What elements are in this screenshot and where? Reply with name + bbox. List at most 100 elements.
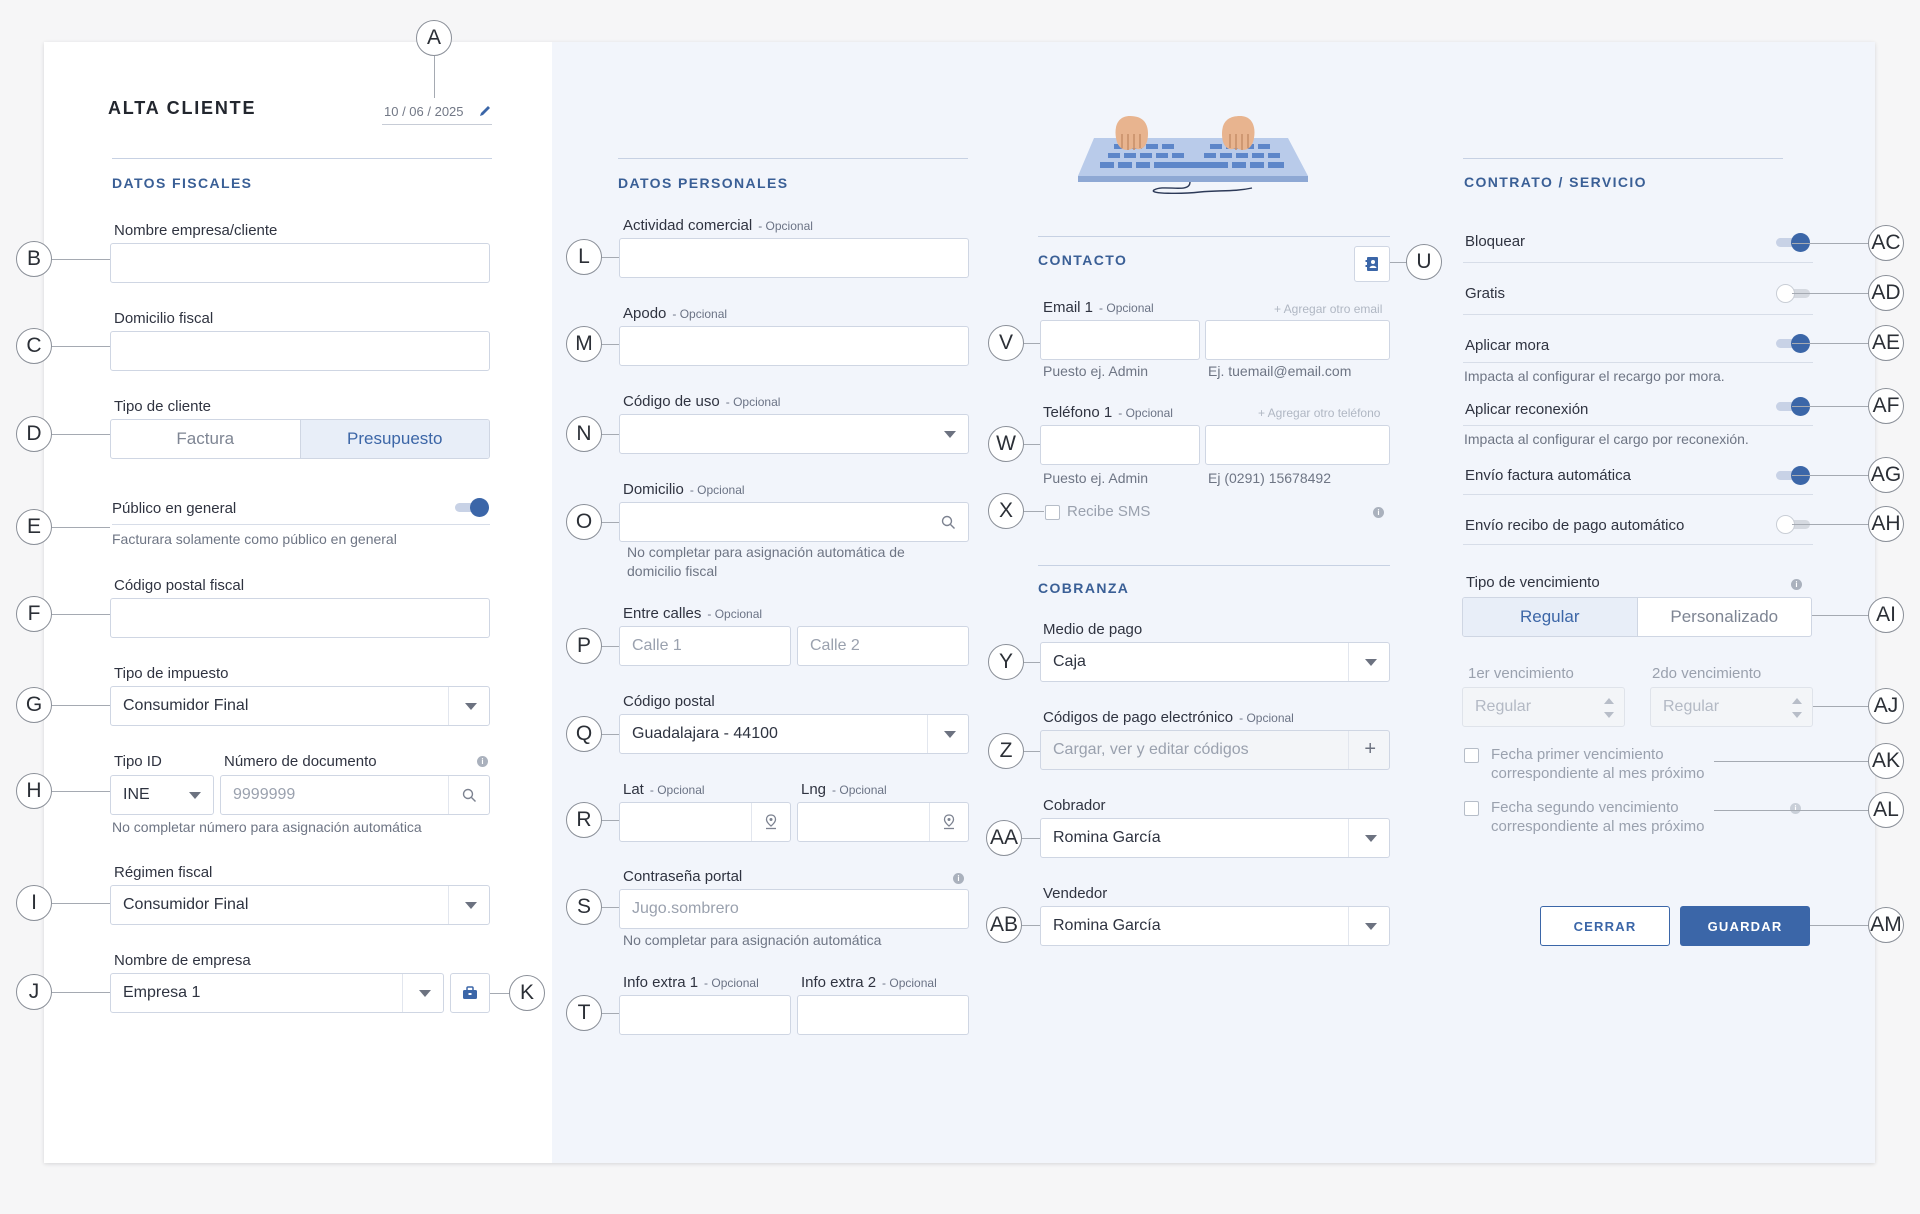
domicilio-input[interactable] bbox=[619, 502, 969, 542]
lng-label: Lng - Opcional bbox=[801, 781, 887, 798]
calle2-input[interactable]: Calle 2 bbox=[797, 626, 969, 666]
edit-pencil-icon[interactable] bbox=[478, 104, 492, 118]
callout-r: R bbox=[566, 802, 602, 838]
regimen-select[interactable]: Consumidor Final bbox=[110, 885, 490, 925]
tipo-cliente-presupuesto[interactable]: Presupuesto bbox=[299, 420, 489, 458]
chevron-down-icon bbox=[189, 792, 201, 799]
chevron-down-icon bbox=[465, 703, 477, 710]
codigo-uso-select[interactable] bbox=[619, 414, 969, 454]
telefono-input[interactable] bbox=[1205, 425, 1390, 465]
address-book-button[interactable] bbox=[1354, 246, 1390, 282]
lat-label: Lat - Opcional bbox=[623, 781, 705, 798]
callout-ae: AE bbox=[1868, 325, 1904, 361]
callout-y: Y bbox=[988, 644, 1024, 680]
stepper-icon[interactable] bbox=[1792, 696, 1802, 720]
password-input[interactable]: Jugo.sombrero bbox=[619, 889, 969, 929]
lat-input[interactable] bbox=[619, 802, 791, 842]
add-email-link[interactable]: + Agregar otro email bbox=[1274, 302, 1382, 316]
email-puesto-input[interactable] bbox=[1040, 320, 1200, 360]
codigos-pago-input[interactable]: Cargar, ver y editar códigos + bbox=[1040, 730, 1390, 770]
sms-label: Recibe SMS bbox=[1067, 503, 1151, 520]
vencimiento-regular[interactable]: Regular bbox=[1463, 598, 1637, 636]
date-underline bbox=[382, 124, 492, 125]
guardar-button[interactable]: GUARDAR bbox=[1680, 906, 1810, 946]
empresa-label: Nombre de empresa bbox=[114, 952, 251, 969]
telefono-label: Teléfono 1- Opcional bbox=[1043, 404, 1173, 421]
email-puesto-help: Puesto ej. Admin bbox=[1043, 363, 1149, 379]
telefono-puesto-input[interactable] bbox=[1040, 425, 1200, 465]
fecha1-label: Fecha primer vencimiento correspondiente … bbox=[1491, 746, 1705, 782]
vendedor-value: Romina García bbox=[1053, 917, 1161, 934]
empresa-value: Empresa 1 bbox=[123, 984, 201, 1001]
callout-w: W bbox=[988, 426, 1024, 462]
section-title-fiscal: DATOS FISCALES bbox=[112, 175, 253, 191]
empresa-select[interactable]: Empresa 1 bbox=[110, 973, 444, 1013]
sms-checkbox[interactable] bbox=[1045, 505, 1060, 520]
bloquear-toggle[interactable] bbox=[1776, 232, 1810, 252]
medio-pago-select[interactable]: Caja bbox=[1040, 642, 1390, 682]
callout-c: C bbox=[16, 328, 52, 364]
nombre-input[interactable] bbox=[110, 243, 490, 283]
callout-z: Z bbox=[988, 733, 1024, 769]
email-input[interactable] bbox=[1205, 320, 1390, 360]
cp-fiscal-input[interactable] bbox=[110, 598, 490, 638]
callout-k: K bbox=[509, 975, 545, 1011]
search-icon[interactable] bbox=[462, 788, 477, 803]
mora-help: Impacta al configurar el recargo por mor… bbox=[1464, 368, 1725, 384]
calle1-input[interactable]: Calle 1 bbox=[619, 626, 791, 666]
callout-ad: AD bbox=[1868, 275, 1904, 311]
venc2-input[interactable]: Regular bbox=[1650, 687, 1813, 727]
tipo-id-select[interactable]: INE bbox=[110, 775, 214, 815]
info-extra-2-label: Info extra 2- Opcional bbox=[801, 974, 937, 991]
chevron-down-icon bbox=[1365, 659, 1377, 666]
callout-d: D bbox=[16, 416, 52, 452]
domicilio-fiscal-label: Domicilio fiscal bbox=[114, 310, 214, 327]
venc2-label: 2do vencimiento bbox=[1652, 665, 1762, 682]
section-title-cobranza: COBRANZA bbox=[1038, 580, 1130, 596]
fecha1-checkbox[interactable] bbox=[1464, 748, 1479, 763]
telefono-help: Ej (0291) 15678492 bbox=[1208, 470, 1331, 486]
venc1-input[interactable]: Regular bbox=[1462, 687, 1625, 727]
info-extra-2-input[interactable] bbox=[797, 995, 969, 1035]
vendedor-select[interactable]: Romina García bbox=[1040, 906, 1390, 946]
location-pin-icon[interactable] bbox=[764, 814, 778, 835]
vencimiento-personalizado[interactable]: Personalizado bbox=[1636, 598, 1812, 636]
impuesto-select[interactable]: Consumidor Final bbox=[110, 686, 490, 726]
apodo-input[interactable] bbox=[619, 326, 969, 366]
callout-q: Q bbox=[566, 716, 602, 752]
callout-x: X bbox=[988, 493, 1024, 529]
info-extra-1-input[interactable] bbox=[619, 995, 791, 1035]
domicilio-fiscal-input[interactable] bbox=[110, 331, 490, 371]
password-help: No completar para asignación automática bbox=[623, 932, 882, 948]
publico-toggle[interactable] bbox=[455, 497, 489, 517]
cobrador-value: Romina García bbox=[1053, 829, 1161, 846]
vendedor-label: Vendedor bbox=[1043, 885, 1108, 902]
bloquear-label: Bloquear bbox=[1465, 233, 1526, 250]
date-field[interactable]: 10 / 06 / 2025 bbox=[384, 104, 464, 119]
cp-select[interactable]: Guadalajara - 44100 bbox=[619, 714, 969, 754]
cerrar-button[interactable]: CERRAR bbox=[1540, 906, 1670, 946]
mora-label: Aplicar mora bbox=[1465, 337, 1550, 354]
callout-f: F bbox=[16, 596, 52, 632]
tipo-cliente-factura[interactable]: Factura bbox=[111, 420, 300, 458]
envio-recibo-label: Envío recibo de pago automático bbox=[1465, 517, 1685, 534]
empresa-action-button[interactable] bbox=[450, 973, 490, 1013]
add-code-button[interactable]: + bbox=[1364, 738, 1376, 761]
callout-b: B bbox=[16, 241, 52, 277]
fecha2-checkbox[interactable] bbox=[1464, 801, 1479, 816]
callout-am: AM bbox=[1868, 907, 1904, 943]
lng-input[interactable] bbox=[797, 802, 969, 842]
fecha2-label: Fecha segundo vencimiento correspondiente… bbox=[1491, 799, 1705, 835]
stepper-icon[interactable] bbox=[1604, 696, 1614, 720]
callout-s: S bbox=[566, 889, 602, 925]
search-icon[interactable] bbox=[941, 515, 956, 530]
documento-input[interactable]: 9999999 bbox=[220, 775, 490, 815]
actividad-input[interactable] bbox=[619, 238, 969, 278]
location-pin-icon[interactable] bbox=[942, 814, 956, 835]
medio-pago-label: Medio de pago bbox=[1043, 621, 1143, 638]
callout-n: N bbox=[566, 416, 602, 452]
envio-factura-label: Envío factura automática bbox=[1465, 467, 1631, 484]
add-phone-link[interactable]: + Agregar otro teléfono bbox=[1258, 406, 1380, 420]
cobrador-select[interactable]: Romina García bbox=[1040, 818, 1390, 858]
callout-o: O bbox=[566, 504, 602, 540]
